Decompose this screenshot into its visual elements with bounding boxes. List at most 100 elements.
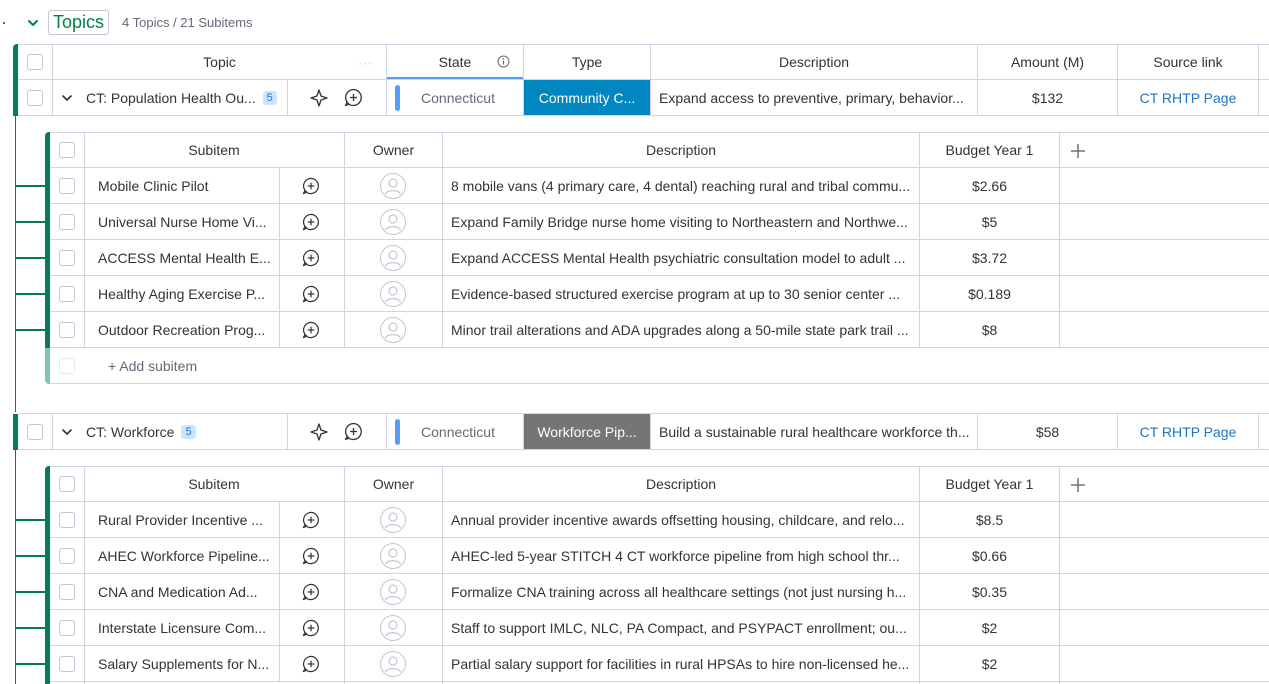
subitem-budget[interactable]: $2 <box>920 610 1059 646</box>
add-update-icon[interactable] <box>302 285 320 303</box>
subitem-budget[interactable]: $3.72 <box>920 240 1059 276</box>
column-header-source[interactable]: Source link <box>1118 44 1258 80</box>
collapse-group-chevron-icon[interactable] <box>26 16 40 30</box>
column-header-description[interactable]: Description <box>651 44 977 80</box>
owner-avatar-icon[interactable] <box>380 507 406 533</box>
amount-value[interactable]: $132 <box>978 80 1117 116</box>
subitem-checkbox[interactable] <box>59 620 75 636</box>
subitem-header-name[interactable]: Subitem <box>84 132 344 168</box>
add-update-icon[interactable] <box>302 177 320 195</box>
column-menu-icon[interactable]: ··· <box>358 56 373 70</box>
subitem-checkbox[interactable] <box>59 548 75 564</box>
select-all-checkbox[interactable] <box>27 54 43 70</box>
subitem-description[interactable]: Expand Family Bridge nurse home visiting… <box>451 204 915 240</box>
expand-subitems-chevron-icon[interactable] <box>60 91 74 105</box>
subitem-checkbox[interactable] <box>59 214 75 230</box>
subitem-description[interactable]: Formalize CNA training across all health… <box>451 574 915 610</box>
state-value[interactable]: Connecticut <box>400 414 516 450</box>
subitem-description[interactable]: Annual provider incentive awards offsett… <box>451 502 915 538</box>
owner-avatar-icon[interactable] <box>380 579 406 605</box>
subitem-budget[interactable]: $5 <box>920 204 1059 240</box>
subitem-header-budget[interactable]: Budget Year 1 <box>920 466 1059 502</box>
subitem-budget[interactable]: $0.189 <box>920 276 1059 312</box>
subitem-count-badge[interactable]: 5 <box>262 91 277 105</box>
topic-name[interactable]: CT: Workforce 5 <box>86 414 286 450</box>
subitem-checkbox[interactable] <box>59 512 75 528</box>
subitem-description[interactable]: 8 mobile vans (4 primary care, 4 dental)… <box>451 168 915 204</box>
type-label[interactable]: Community C... <box>524 80 650 115</box>
subitem-name[interactable]: Universal Nurse Home Vi... <box>98 204 276 240</box>
subitem-description[interactable]: Partial salary support for facilities in… <box>451 646 915 682</box>
add-update-icon[interactable] <box>302 583 320 601</box>
subitem-select-all-checkbox[interactable] <box>59 142 75 158</box>
topic-name[interactable]: CT: Population Health Ou... 5 <box>86 80 286 116</box>
subitem-name[interactable]: Rural Provider Incentive ... <box>98 502 276 538</box>
column-header-type[interactable]: Type <box>524 44 650 80</box>
subitem-checkbox[interactable] <box>59 656 75 672</box>
amount-value[interactable]: $58 <box>978 414 1117 450</box>
subitem-budget[interactable]: $2.66 <box>920 168 1059 204</box>
topic-description[interactable]: Expand access to preventive, primary, be… <box>659 80 975 116</box>
subitem-name[interactable]: Interstate Licensure Com... <box>98 610 276 646</box>
add-update-icon[interactable] <box>344 422 363 441</box>
add-update-icon[interactable] <box>302 321 320 339</box>
owner-avatar-icon[interactable] <box>380 651 406 677</box>
add-column-plus-icon[interactable] <box>1070 477 1086 493</box>
subitem-name[interactable]: Outdoor Recreation Prog... <box>98 312 276 348</box>
subitem-header-owner[interactable]: Owner <box>345 132 442 168</box>
subitem-description[interactable]: Evidence-based structured exercise progr… <box>451 276 915 312</box>
add-update-icon[interactable] <box>302 547 320 565</box>
subitem-count-badge[interactable]: 5 <box>181 425 196 439</box>
column-header-amount[interactable]: Amount (M) <box>978 44 1117 80</box>
subitem-name[interactable]: AHEC Workforce Pipeline... <box>98 538 276 574</box>
subitem-header-owner[interactable]: Owner <box>345 466 442 502</box>
subitem-checkbox[interactable] <box>59 322 75 338</box>
row-checkbox[interactable] <box>27 90 43 106</box>
subitem-budget[interactable]: $0.66 <box>920 538 1059 574</box>
subitem-checkbox[interactable] <box>59 250 75 266</box>
subitem-name[interactable]: CNA and Medication Ad... <box>98 574 276 610</box>
source-link[interactable]: CT RHTP Page <box>1118 414 1258 450</box>
add-update-icon[interactable] <box>302 249 320 267</box>
owner-avatar-icon[interactable] <box>380 173 406 199</box>
subitem-description[interactable]: Minor trail alterations and ADA upgrades… <box>451 312 915 348</box>
subitem-budget[interactable]: $8 <box>920 312 1059 348</box>
subitem-name[interactable]: Healthy Aging Exercise P... <box>98 276 276 312</box>
subitem-description[interactable]: Staff to support IMLC, NLC, PA Compact, … <box>451 610 915 646</box>
subitem-budget[interactable]: $2 <box>920 646 1059 682</box>
subitem-budget[interactable]: $0.35 <box>920 574 1059 610</box>
ai-sparkle-icon[interactable] <box>309 422 329 442</box>
subitem-select-all-checkbox[interactable] <box>59 476 75 492</box>
row-checkbox[interactable] <box>27 424 43 440</box>
add-update-icon[interactable] <box>302 213 320 231</box>
owner-avatar-icon[interactable] <box>380 317 406 343</box>
add-update-icon[interactable] <box>302 511 320 529</box>
topic-description[interactable]: Build a sustainable rural healthcare wor… <box>659 414 975 450</box>
info-icon[interactable] <box>497 55 510 68</box>
subitem-header-description[interactable]: Description <box>443 132 919 168</box>
subitem-checkbox[interactable] <box>59 178 75 194</box>
owner-avatar-icon[interactable] <box>380 615 406 641</box>
owner-avatar-icon[interactable] <box>380 245 406 271</box>
expand-subitems-chevron-icon[interactable] <box>60 425 74 439</box>
group-title[interactable]: Topics <box>48 10 110 35</box>
subitem-checkbox[interactable] <box>59 584 75 600</box>
add-subitem-button[interactable]: + Add subitem <box>108 348 308 384</box>
subitem-description[interactable]: Expand ACCESS Mental Health psychiatric … <box>451 240 915 276</box>
subitem-description[interactable]: AHEC-led 5-year STITCH 4 CT workforce pi… <box>451 538 915 574</box>
subitem-name[interactable]: Mobile Clinic Pilot <box>98 168 276 204</box>
state-value[interactable]: Connecticut <box>400 80 516 116</box>
owner-avatar-icon[interactable] <box>380 543 406 569</box>
subitem-name[interactable]: Salary Supplements for N... <box>98 646 276 682</box>
subitem-name[interactable]: ACCESS Mental Health E... <box>98 240 276 276</box>
add-update-icon[interactable] <box>302 655 320 673</box>
subitem-checkbox[interactable] <box>59 286 75 302</box>
ai-sparkle-icon[interactable] <box>309 88 329 108</box>
subitem-header-description[interactable]: Description <box>443 466 919 502</box>
subitem-header-name[interactable]: Subitem <box>84 466 344 502</box>
add-update-icon[interactable] <box>302 619 320 637</box>
add-update-icon[interactable] <box>344 88 363 107</box>
add-column-plus-icon[interactable] <box>1070 143 1086 159</box>
subitem-budget[interactable]: $8.5 <box>920 502 1059 538</box>
owner-avatar-icon[interactable] <box>380 209 406 235</box>
